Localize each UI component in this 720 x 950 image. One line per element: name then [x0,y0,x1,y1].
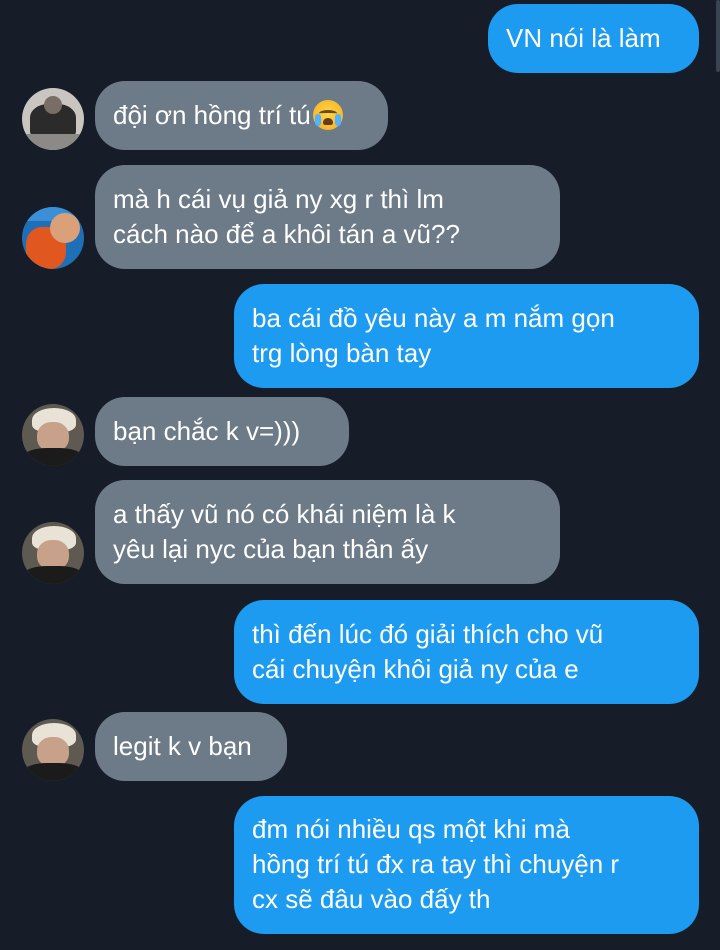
message-line: legit k v bạn [113,731,252,761]
outgoing-message[interactable]: thì đến lúc đó giải thích cho vũ cái chu… [234,600,699,704]
group-photo-avatar[interactable] [22,88,84,150]
message-line: bạn chắc k v=))) [113,416,301,446]
message-line: hồng trí tú đx ra tay thì chuyện r [252,849,620,879]
message-line: đm nói nhiều qs một khi mà [252,814,570,844]
message-line: a thấy vũ nó có khái niệm là k [113,499,456,529]
message-line: ba cái đồ yêu này a m nắm gọn [252,303,615,333]
message-line: cái chuyện khôi giả ny của e [252,654,579,684]
message-line: cx sẽ đâu vào đấy th [252,884,491,914]
message-line: đội ơn hồng trí tú [113,98,370,133]
message-line: yêu lại nyc của bạn thân ấy [113,534,429,564]
message-text: đội ơn hồng trí tú [113,100,311,130]
incoming-message[interactable]: legit k v bạn [95,712,287,781]
outgoing-message[interactable]: ba cái đồ yêu này a m nắm gọn trg lòng b… [234,284,699,388]
loudly-crying-face-emoji [312,100,343,130]
message-line: cách nào để a khôi tán a vũ?? [113,219,460,249]
blonde-hair-avatar[interactable] [22,404,84,466]
blonde-hair-avatar[interactable] [22,522,84,584]
incoming-message[interactable]: bạn chắc k v=))) [95,397,349,466]
message-line: trg lòng bàn tay [252,338,432,368]
scrollbar[interactable] [716,0,720,72]
blonde-hair-avatar[interactable] [22,719,84,781]
message-line: mà h cái vụ giả ny xg r thì lm [113,184,444,214]
incoming-message[interactable]: đội ơn hồng trí tú [95,81,388,150]
outgoing-message[interactable]: VN nói là làm [488,4,699,73]
incoming-message[interactable]: mà h cái vụ giả ny xg r thì lm cách nào … [95,165,560,269]
orange-jersey-avatar[interactable] [22,207,84,269]
incoming-message[interactable]: a thấy vũ nó có khái niệm là k yêu lại n… [95,480,560,584]
message-line: VN nói là làm [506,23,661,53]
message-line: thì đến lúc đó giải thích cho vũ [252,619,604,649]
outgoing-message[interactable]: đm nói nhiều qs một khi mà hồng trí tú đ… [234,796,699,934]
